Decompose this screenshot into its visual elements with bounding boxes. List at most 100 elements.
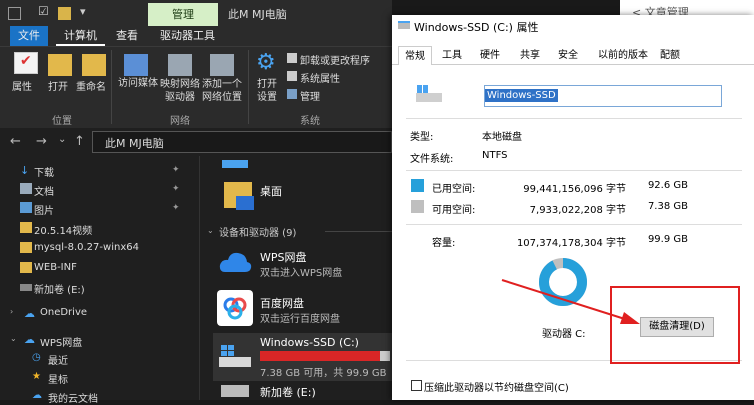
menu-view[interactable]: 查看 [108, 26, 146, 46]
ribbon-divider [248, 50, 249, 124]
forward-arrow-icon[interactable]: → [36, 134, 47, 149]
map-drive-icon [168, 54, 192, 76]
free-label: 可用空间: [432, 205, 476, 216]
up-arrow-icon[interactable]: ↑ [74, 134, 85, 149]
drive-large-icon [414, 83, 444, 105]
capacity-bytes: 107,374,178,304 字节 [516, 238, 626, 249]
windows-drive-icon [217, 343, 253, 371]
wps-cloud-drive-icon [217, 246, 253, 282]
nav-item-cloud-docs[interactable]: 我的云文档 [48, 390, 98, 405]
wps-cloud-icon: ☁ [24, 333, 35, 346]
nav-item-drive-e[interactable]: 新加卷 (E:) [34, 281, 85, 296]
manage-icon [287, 89, 297, 99]
used-gb: 92.6 GB [647, 180, 688, 191]
nav-item-mysql[interactable]: mysql-8.0.27-winx64 [34, 242, 139, 253]
drive-name[interactable]: 百度网盘 [260, 295, 304, 311]
nav-item-onedrive[interactable]: OneDrive [40, 307, 87, 318]
open-button[interactable]: 打开 [48, 78, 68, 93]
drive-name[interactable]: WPS网盘 [260, 249, 307, 265]
recent-clock-icon: ◷ [32, 352, 41, 363]
recent-dropdown-icon[interactable]: ⌄ [58, 134, 66, 145]
folder-icon [20, 222, 32, 233]
drive-subtitle: 双击进入WPS网盘 [260, 268, 343, 279]
group-system-label: 系统 [300, 116, 320, 127]
rename-button[interactable]: 重命名 [76, 78, 106, 93]
capacity-label: 容量: [432, 238, 456, 249]
pin-icon: ✦ [172, 165, 180, 175]
type-label: 类型: [410, 132, 434, 143]
folder-icon [20, 242, 32, 253]
capacity-gb: 99.9 GB [647, 234, 688, 245]
back-arrow-icon[interactable]: ← [10, 134, 21, 149]
nav-item-downloads[interactable]: 下载 [34, 164, 54, 179]
type-value: 本地磁盘 [482, 132, 522, 143]
nav-item-documents[interactable]: 文档 [34, 183, 54, 198]
group-network-label: 网络 [170, 116, 190, 127]
add-location-icon [210, 54, 234, 76]
open-settings-button[interactable]: 打开设置 [254, 78, 280, 104]
manage-button[interactable]: 管理 [300, 88, 320, 103]
pin-icon: ✦ [172, 203, 180, 213]
tab-security[interactable]: 安全 [552, 46, 584, 65]
media-icon [124, 54, 148, 76]
partial-item-icon [222, 160, 248, 168]
used-label: 已用空间: [432, 184, 476, 195]
star-icon: ★ [32, 371, 41, 382]
nav-item-wps[interactable]: WPS网盘 [40, 334, 82, 349]
devices-header[interactable]: 设备和驱动器 (9) [219, 224, 296, 239]
section-chevron-icon[interactable]: ⌄ [207, 226, 214, 235]
ribbon-divider [111, 50, 112, 124]
check-icon[interactable]: ☑ [38, 4, 51, 18]
properties-button[interactable]: 属性 [12, 78, 32, 93]
tab-sharing[interactable]: 共享 [514, 46, 546, 65]
cloud-doc-icon: ☁ [32, 390, 42, 401]
desktop-item[interactable]: 桌面 [260, 183, 282, 199]
access-media-button[interactable]: 访问媒体 [116, 78, 160, 90]
address-path: 此M MJ电脑 [105, 137, 164, 150]
settings-gear-icon: ⚙ [256, 50, 276, 75]
uninstall-button[interactable]: 卸载或更改程序 [300, 52, 370, 67]
nav-item-pictures[interactable]: 图片 [34, 202, 54, 217]
drive-name[interactable]: Windows-SSD (C:) [260, 336, 359, 349]
baidu-netdisk-icon [217, 290, 253, 326]
rename-icon [82, 54, 106, 76]
folder-icon [20, 262, 32, 273]
used-color-swatch [411, 179, 424, 192]
menu-file[interactable]: 文件 [10, 26, 48, 46]
pin-icon: ✦ [172, 184, 180, 194]
expand-chevron-icon[interactable]: › [10, 307, 13, 316]
map-drive-button[interactable]: 映射网络驱动器 [160, 78, 200, 104]
window-title: 此M MJ电脑 [228, 8, 287, 21]
add-location-button[interactable]: 添加一个网络位置 [200, 78, 244, 104]
tab-tools[interactable]: 工具 [436, 46, 468, 65]
drive-name[interactable]: 新加卷 (E:) [260, 384, 316, 400]
properties-icon: ✔ [14, 52, 38, 74]
drive-e-icon [221, 385, 249, 397]
system-properties-button[interactable]: 系统属性 [300, 70, 340, 85]
menu-computer[interactable]: 计算机 [56, 26, 105, 46]
collapse-chevron-icon[interactable]: ⌄ [10, 334, 17, 343]
qat-dropdown-icon[interactable]: ▾ [80, 5, 86, 18]
menu-drive-tools[interactable]: 驱动器工具 [152, 26, 223, 46]
manage-context-tab[interactable]: 管理 [148, 3, 218, 26]
quick-access-icon[interactable] [8, 7, 21, 20]
system-properties-icon [287, 71, 297, 81]
drive-icon [20, 284, 32, 291]
nav-item-recent[interactable]: 最近 [48, 352, 68, 367]
nav-item-webinf[interactable]: WEB-INF [34, 262, 77, 273]
free-color-swatch [411, 200, 424, 213]
free-bytes: 7,933,022,208 字节 [529, 205, 626, 216]
tab-previous-versions[interactable]: 以前的版本 [592, 46, 654, 65]
used-bytes: 99,441,156,096 字节 [523, 184, 626, 195]
tab-quota[interactable]: 配额 [654, 46, 686, 65]
nav-item-starred[interactable]: 星标 [48, 371, 68, 386]
cloud-icon: ☁ [24, 307, 35, 320]
tab-hardware[interactable]: 硬件 [474, 46, 506, 65]
compress-checkbox[interactable] [411, 380, 422, 391]
document-icon [20, 183, 32, 194]
filesystem-label: 文件系统: [410, 154, 454, 165]
compress-label: 压缩此驱动器以节约磁盘空间(C) [424, 383, 569, 394]
nav-item-videos[interactable]: 20.5.14视频 [34, 222, 92, 237]
tab-general[interactable]: 常规 [398, 46, 432, 65]
new-folder-icon[interactable] [58, 7, 71, 20]
